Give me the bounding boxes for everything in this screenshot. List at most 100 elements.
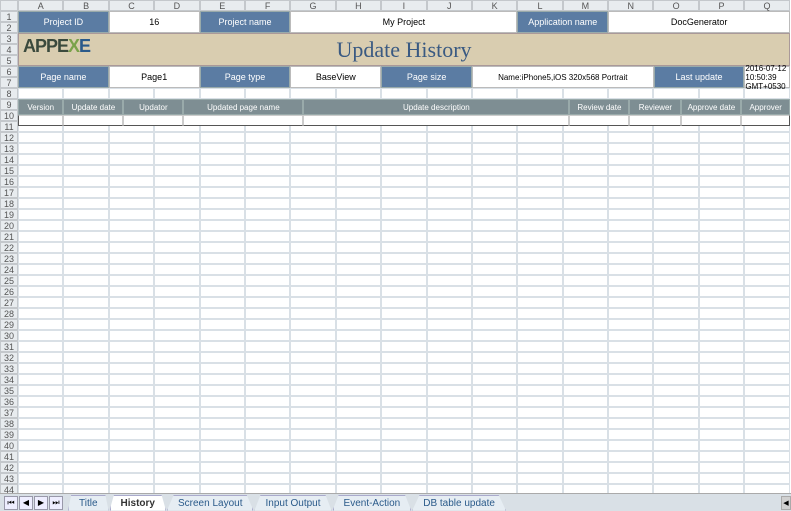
column-header[interactable]: O bbox=[653, 0, 698, 11]
cell[interactable] bbox=[18, 198, 63, 209]
cell[interactable] bbox=[608, 176, 653, 187]
cell[interactable] bbox=[744, 352, 789, 363]
cell[interactable] bbox=[18, 308, 63, 319]
cell[interactable] bbox=[154, 352, 199, 363]
cell[interactable] bbox=[18, 154, 63, 165]
cell[interactable] bbox=[245, 473, 290, 484]
cell[interactable] bbox=[245, 275, 290, 286]
row-header[interactable]: 11 bbox=[0, 121, 18, 132]
cell[interactable] bbox=[245, 253, 290, 264]
cell[interactable] bbox=[200, 418, 245, 429]
cell[interactable] bbox=[699, 264, 744, 275]
cell[interactable] bbox=[608, 341, 653, 352]
cell[interactable] bbox=[245, 319, 290, 330]
cell[interactable] bbox=[517, 286, 562, 297]
cell[interactable] bbox=[472, 473, 517, 484]
cell[interactable] bbox=[517, 363, 562, 374]
cell[interactable] bbox=[699, 440, 744, 451]
cell[interactable] bbox=[109, 231, 154, 242]
cell[interactable] bbox=[608, 462, 653, 473]
cell[interactable] bbox=[200, 429, 245, 440]
cell[interactable] bbox=[472, 363, 517, 374]
cell[interactable] bbox=[563, 330, 608, 341]
cell[interactable] bbox=[336, 451, 381, 462]
cell[interactable] bbox=[200, 407, 245, 418]
cell[interactable] bbox=[517, 176, 562, 187]
cell[interactable] bbox=[517, 253, 562, 264]
cell[interactable] bbox=[517, 451, 562, 462]
cell[interactable] bbox=[336, 198, 381, 209]
cell[interactable] bbox=[699, 176, 744, 187]
cell[interactable] bbox=[336, 352, 381, 363]
cell[interactable] bbox=[608, 88, 653, 99]
cell[interactable] bbox=[200, 165, 245, 176]
cell[interactable] bbox=[699, 286, 744, 297]
cell[interactable] bbox=[200, 319, 245, 330]
row-header[interactable]: 34 bbox=[0, 374, 18, 385]
cell[interactable] bbox=[290, 319, 335, 330]
cell[interactable] bbox=[63, 341, 108, 352]
cell[interactable] bbox=[18, 88, 63, 99]
sheet-tab[interactable]: Event-Action bbox=[333, 495, 412, 511]
cell[interactable] bbox=[336, 253, 381, 264]
cell[interactable] bbox=[336, 275, 381, 286]
cell[interactable] bbox=[336, 473, 381, 484]
cell[interactable] bbox=[336, 407, 381, 418]
cell[interactable] bbox=[63, 176, 108, 187]
cell[interactable] bbox=[699, 132, 744, 143]
cell[interactable] bbox=[200, 264, 245, 275]
cell[interactable] bbox=[154, 176, 199, 187]
cell[interactable] bbox=[336, 231, 381, 242]
cell[interactable] bbox=[381, 132, 426, 143]
cell[interactable] bbox=[109, 275, 154, 286]
cell[interactable] bbox=[517, 429, 562, 440]
cell[interactable] bbox=[653, 407, 698, 418]
cell[interactable] bbox=[563, 165, 608, 176]
cell[interactable] bbox=[517, 330, 562, 341]
cell[interactable] bbox=[472, 253, 517, 264]
cell[interactable] bbox=[290, 374, 335, 385]
cell[interactable] bbox=[653, 165, 698, 176]
cell[interactable] bbox=[563, 473, 608, 484]
cell[interactable] bbox=[200, 154, 245, 165]
cell[interactable] bbox=[245, 297, 290, 308]
cell[interactable] bbox=[427, 341, 472, 352]
cell[interactable] bbox=[563, 231, 608, 242]
cell[interactable] bbox=[517, 198, 562, 209]
cell[interactable] bbox=[563, 198, 608, 209]
select-all-corner[interactable] bbox=[0, 0, 18, 11]
cell[interactable] bbox=[517, 88, 562, 99]
cell[interactable] bbox=[245, 143, 290, 154]
cell[interactable] bbox=[200, 308, 245, 319]
cell[interactable] bbox=[472, 88, 517, 99]
row-header[interactable]: 27 bbox=[0, 297, 18, 308]
cell[interactable] bbox=[472, 341, 517, 352]
cell[interactable] bbox=[517, 308, 562, 319]
cell[interactable] bbox=[336, 187, 381, 198]
cell[interactable] bbox=[336, 220, 381, 231]
cell[interactable] bbox=[608, 352, 653, 363]
cell[interactable] bbox=[336, 154, 381, 165]
page-type-value[interactable]: BaseView bbox=[290, 66, 381, 88]
cell[interactable] bbox=[608, 220, 653, 231]
cell[interactable] bbox=[427, 220, 472, 231]
cell[interactable] bbox=[608, 143, 653, 154]
cell[interactable] bbox=[472, 407, 517, 418]
cell[interactable] bbox=[653, 396, 698, 407]
cell[interactable] bbox=[245, 231, 290, 242]
cell[interactable] bbox=[154, 297, 199, 308]
cell[interactable] bbox=[699, 297, 744, 308]
cell[interactable] bbox=[245, 286, 290, 297]
cell[interactable] bbox=[517, 165, 562, 176]
cell[interactable] bbox=[472, 330, 517, 341]
cell[interactable] bbox=[563, 242, 608, 253]
cell[interactable] bbox=[608, 473, 653, 484]
cell[interactable] bbox=[63, 451, 108, 462]
cell[interactable] bbox=[517, 187, 562, 198]
cell[interactable] bbox=[699, 462, 744, 473]
cell[interactable] bbox=[563, 275, 608, 286]
cell[interactable] bbox=[336, 308, 381, 319]
cell[interactable] bbox=[109, 319, 154, 330]
cell[interactable] bbox=[517, 352, 562, 363]
cell[interactable] bbox=[472, 352, 517, 363]
